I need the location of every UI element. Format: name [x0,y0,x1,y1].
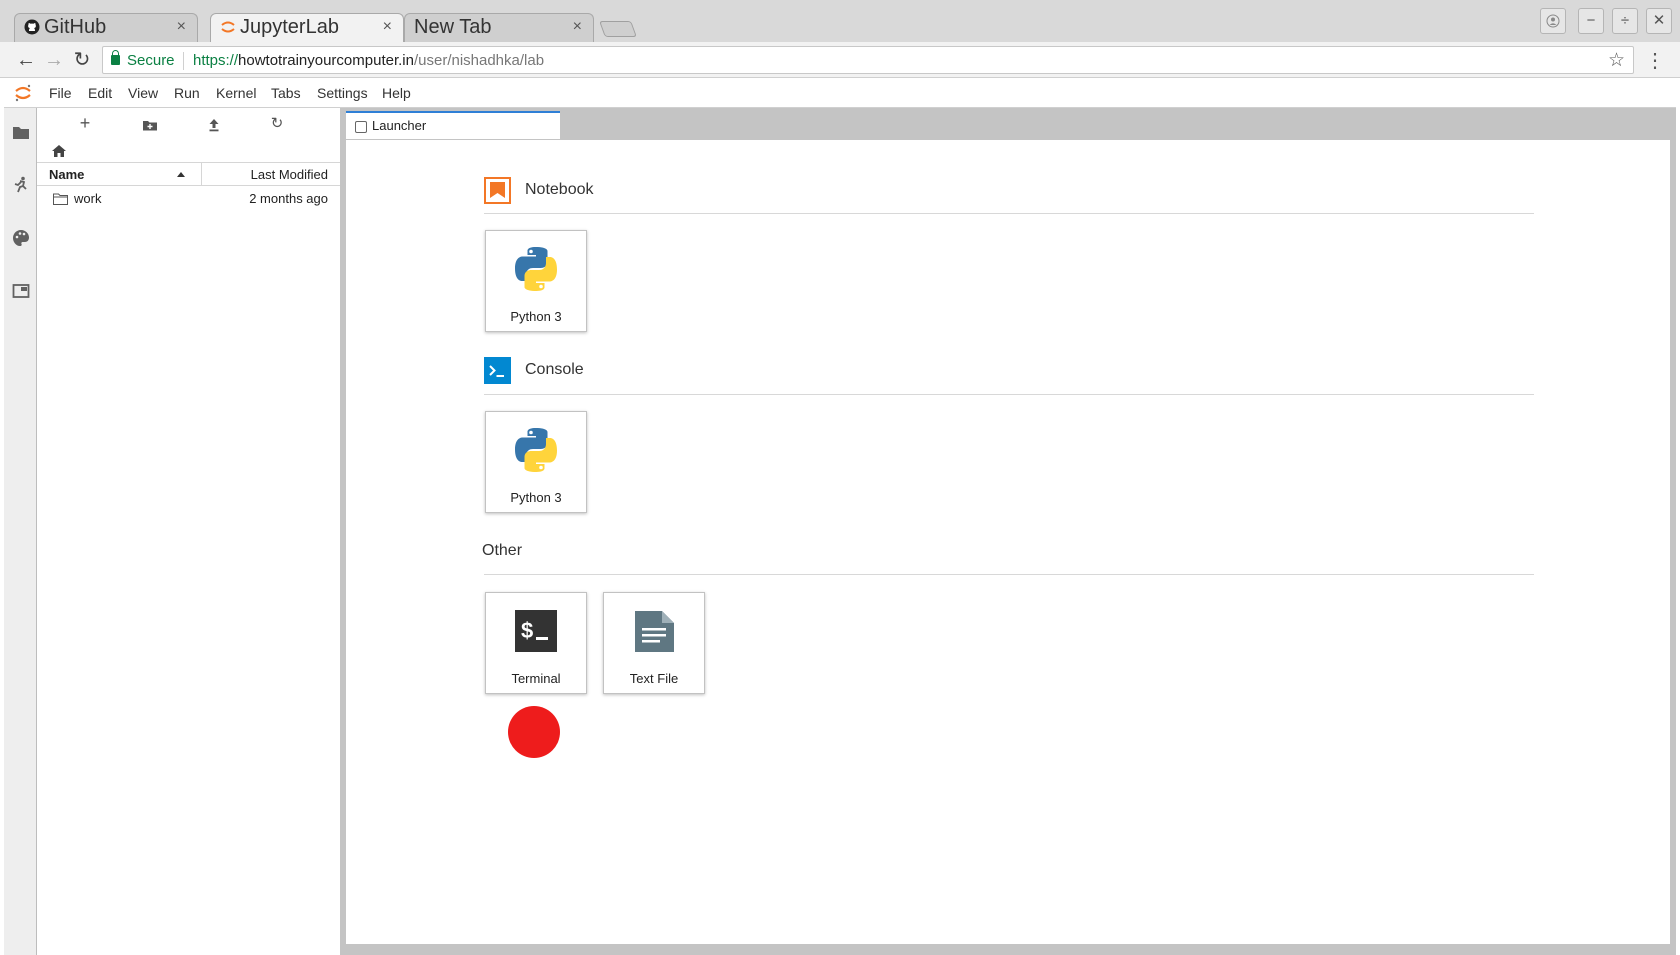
browser-tab-title: JupyterLab [240,16,339,38]
divider [183,52,184,70]
url-text: https://howtotrainyourcomputer.in/user/n… [193,52,544,69]
url-scheme: https:// [193,52,239,69]
card-label: Python 3 [510,490,562,505]
card-label: Text File [629,671,679,686]
section-title-notebook: Notebook [525,181,594,198]
notebook-icon [484,177,511,204]
column-header-name[interactable]: Name [49,167,84,182]
file-modified: 2 months ago [249,191,328,206]
address-bar[interactable]: Secure https://howtotrainyourcomputer.in… [102,46,1634,74]
menu-file[interactable]: File [49,85,72,101]
python-icon [515,428,557,472]
file-list-header: Name Last Modified [37,162,340,186]
restore-button[interactable]: ÷ [1612,8,1638,34]
svg-text:$: $ [521,618,533,643]
upload-icon[interactable] [205,116,223,134]
tabs-icon[interactable] [12,282,30,300]
palette-icon[interactable] [12,229,30,247]
jupyter-logo-icon [15,84,31,102]
console-icon [484,357,511,384]
new-launcher-button[interactable]: + [76,113,94,133]
section-divider [484,394,1534,395]
file-name: work [74,191,102,206]
main-dock-area: Launcher Notebook Python 3 Console Pytho… [346,108,1676,955]
launcher-card-notebook-python3[interactable]: Python 3 [485,230,587,332]
close-icon[interactable]: × [573,18,582,36]
refresh-button[interactable]: ↻ [268,114,286,132]
url-path: /user/nishadhka/lab [413,52,545,69]
file-row-work[interactable]: work 2 months ago [37,187,340,211]
new-tab-button[interactable] [599,21,637,37]
left-sidebar-tabs [4,108,37,955]
secure-label: Secure [127,52,175,69]
browser-tab-title: New Tab [414,16,492,38]
browser-tab-jupyterlab[interactable]: JupyterLab × [210,13,404,42]
close-icon[interactable]: × [383,18,392,36]
file-browser: + ↻ Name Last Modified work 2 months ago [37,108,340,955]
text-file-icon [635,611,674,652]
sort-ascending-icon[interactable] [177,172,185,177]
url-host: howtotrainyourcomputer.in [238,52,414,69]
folder-icon[interactable] [12,123,30,141]
python-icon [515,247,557,291]
home-icon[interactable] [51,144,67,158]
terminal-icon: $ [515,610,557,652]
lock-icon [111,50,120,65]
forward-button[interactable]: → [42,48,66,72]
cursor-marker [508,706,560,758]
section-divider [484,213,1534,214]
section-title-other: Other [482,542,523,559]
launcher-card-text-file[interactable]: Text File [603,592,705,694]
menu-run[interactable]: Run [174,85,200,101]
launcher-panel: Notebook Python 3 Console Python 3 Other… [346,139,1670,944]
menu-view[interactable]: View [128,85,158,101]
card-label: Terminal [511,671,561,686]
browser-tabstrip: GitHub × New Tab × JupyterLab × − ÷ ✕ [0,0,1680,42]
card-label: Python 3 [510,309,562,324]
section-title-console: Console [525,361,584,378]
close-icon[interactable]: × [177,18,186,36]
jupyter-menubar: File Edit View Run Kernel Tabs Settings … [4,78,1676,108]
github-icon [24,19,40,35]
running-icon[interactable] [12,176,30,194]
browser-menu-icon[interactable]: ⋮ [1645,48,1665,73]
minimize-button[interactable]: − [1578,8,1604,34]
window-close-button[interactable]: ✕ [1646,8,1672,34]
back-button[interactable]: ← [14,48,38,72]
column-divider [201,163,202,186]
launcher-card-console-python3[interactable]: Python 3 [485,411,587,513]
launcher-tab-icon [355,121,367,133]
launcher-card-terminal[interactable]: $ Terminal [485,592,587,694]
folder-icon [53,193,68,205]
menu-settings[interactable]: Settings [317,85,368,101]
section-divider [484,574,1534,575]
reload-button[interactable]: ↻ [70,48,94,72]
tab-launcher[interactable]: Launcher [346,111,560,139]
browser-tab-title: GitHub [44,16,107,38]
browser-tab-github[interactable]: GitHub × [14,13,198,42]
menu-tabs[interactable]: Tabs [271,85,301,101]
browser-tab-new-tab[interactable]: New Tab × [404,13,594,42]
profile-icon[interactable] [1540,8,1566,34]
jupyter-icon [221,21,235,33]
bookmark-star-icon[interactable]: ☆ [1608,49,1625,72]
menu-kernel[interactable]: Kernel [216,85,256,101]
column-header-last-modified[interactable]: Last Modified [251,167,328,182]
browser-toolbar: ← → ↻ Secure https://howtotrainyourcompu… [0,42,1680,78]
menu-edit[interactable]: Edit [88,85,112,101]
menu-help[interactable]: Help [382,85,411,101]
new-folder-icon[interactable] [141,116,159,134]
tab-label: Launcher [372,118,427,133]
